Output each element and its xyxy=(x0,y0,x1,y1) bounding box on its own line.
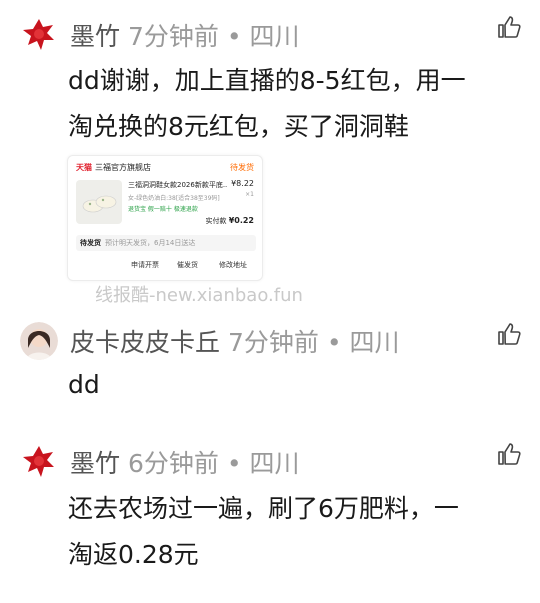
comment-line: dd xyxy=(68,370,100,399)
time-location: 7分钟前 • 四川 xyxy=(128,22,300,51)
invoice-button[interactable]: 申请开票 xyxy=(126,258,164,273)
username[interactable]: 墨竹 xyxy=(70,449,120,478)
change-address-button[interactable]: 修改地址 xyxy=(214,258,252,273)
product-tags: 退货宝 假一赔十 极速退款 xyxy=(128,206,198,213)
product-qty: ×1 xyxy=(245,191,254,198)
order-screenshot[interactable]: 天猫 三福官方旗舰店 待发货 三福洞洞鞋女款2026新款平底... ¥8.22 ×… xyxy=(67,155,263,281)
thumbs-up-icon[interactable] xyxy=(496,321,522,347)
avatar[interactable] xyxy=(20,322,58,360)
paid-label: 实付款 xyxy=(205,217,227,225)
order-shop: 天猫 三福官方旗舰店 xyxy=(76,162,151,173)
comment-text: dd xyxy=(68,362,518,408)
time-location: 6分钟前 • 四川 xyxy=(128,449,300,478)
comment-line: 淘兑换的8元红包，买了洞洞鞋 xyxy=(68,112,409,141)
avatar[interactable] xyxy=(20,442,58,480)
shipping-info: 待发货 预计明天发货，6月14日送达 xyxy=(76,235,256,251)
tmall-logo: 天猫 xyxy=(76,163,92,172)
product-sku: 女-绿色奶油白:38[适合38至39码] xyxy=(128,195,220,202)
ship-label: 待发货 xyxy=(80,239,101,247)
username[interactable]: 墨竹 xyxy=(70,22,120,51)
comment-meta: 墨竹 6分钟前 • 四川 xyxy=(70,448,300,480)
watermark: 线报酷-new.xianbao.fun xyxy=(95,285,303,306)
time-location: 7分钟前 • 四川 xyxy=(228,328,400,357)
product-title: 三福洞洞鞋女款2026新款平底... xyxy=(128,181,228,189)
product-image xyxy=(76,180,122,224)
shop-name: 三福官方旗舰店 xyxy=(95,163,151,172)
comment-text: 还去农场过一遍，刷了6万肥料，一 淘返0.28元 xyxy=(68,486,518,578)
comment-meta: 皮卡皮皮卡丘 7分钟前 • 四川 xyxy=(70,327,400,359)
product-price: ¥8.22 xyxy=(231,179,254,188)
ship-estimate: 预计明天发货，6月14日送达 xyxy=(105,239,196,247)
paid-value: ¥0.22 xyxy=(228,216,254,225)
comment-text: dd谢谢，加上直播的8-5红包，用一 淘兑换的8元红包，买了洞洞鞋 xyxy=(68,58,518,150)
paid-amount: 实付款 ¥0.22 xyxy=(205,216,254,226)
order-status: 待发货 xyxy=(230,163,254,172)
thumbs-up-icon[interactable] xyxy=(496,441,522,467)
comment-line: 淘返0.28元 xyxy=(68,540,199,569)
comment-line: 还去农场过一遍，刷了6万肥料，一 xyxy=(68,494,459,523)
avatar[interactable] xyxy=(20,15,58,53)
comment-meta: 墨竹 7分钟前 • 四川 xyxy=(70,21,300,53)
urge-ship-button[interactable]: 催发货 xyxy=(172,258,203,273)
thumbs-up-icon[interactable] xyxy=(496,14,522,40)
username[interactable]: 皮卡皮皮卡丘 xyxy=(70,328,220,357)
comment-line: dd谢谢，加上直播的8-5红包，用一 xyxy=(68,66,466,95)
